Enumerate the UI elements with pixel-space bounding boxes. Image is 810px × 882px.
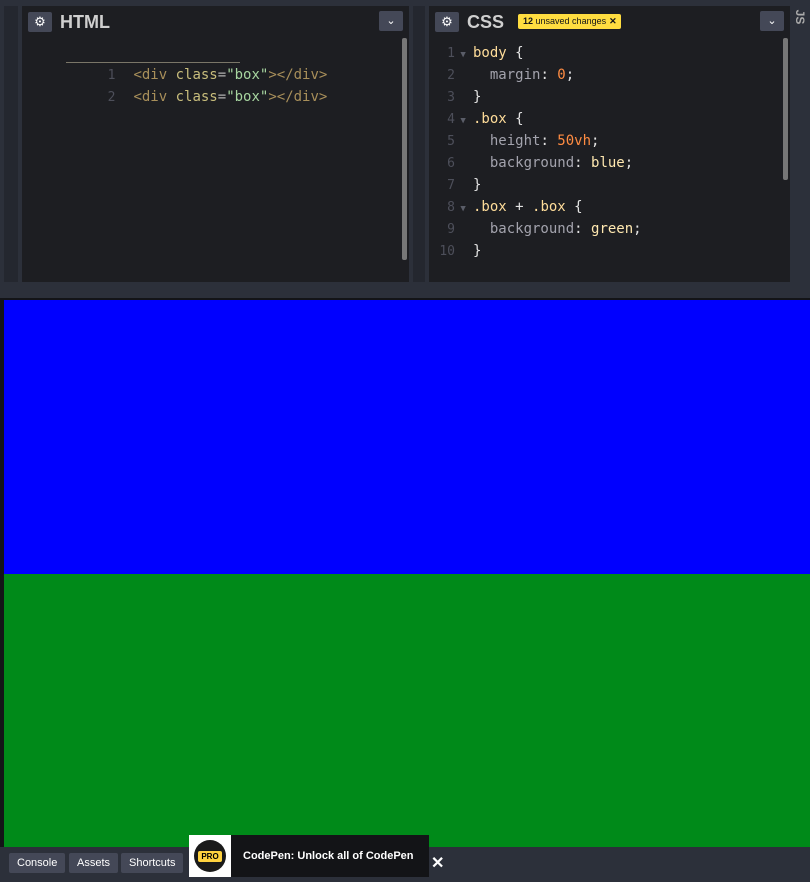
fold-arrow-icon[interactable]: ▼ — [455, 44, 473, 66]
code-token: background — [489, 155, 575, 171]
close-icon[interactable]: ✕ — [609, 16, 617, 26]
code-token: ></div> — [268, 89, 328, 105]
code-token: ; — [633, 221, 642, 237]
line-number: 7 — [447, 178, 455, 193]
gear-icon[interactable]: ⚙ — [28, 12, 52, 32]
code-token: { — [506, 111, 524, 127]
code-token: .box — [473, 111, 507, 127]
code-token: .box — [473, 199, 507, 215]
promo-text[interactable]: CodePen: Unlock all of CodePen — [243, 835, 414, 877]
code-token: ; — [591, 133, 600, 149]
badge-count: 12 — [523, 16, 534, 26]
css-editor: ⚙ CSS 12 unsaved changes ✕ ⌄ 1 ▼ body { 2 … — [429, 6, 790, 282]
line-number: 6 — [447, 156, 455, 171]
result-preview[interactable] — [4, 298, 810, 849]
code-token: : — [574, 221, 592, 237]
assets-button[interactable]: Assets — [69, 853, 119, 873]
css-code[interactable]: 1 ▼ body { 2 margin: 0; 3} 4 ▼ .box { 5 he… — [429, 42, 790, 262]
code-token: class — [175, 89, 218, 105]
code-token: : — [540, 67, 558, 83]
pro-logo-text: PRO — [198, 851, 222, 862]
code-line: 8 ▼ .box + .box { — [429, 196, 790, 218]
line-number: 10 — [439, 244, 455, 259]
code-token: = — [217, 89, 227, 105]
code-token: 50vh — [557, 133, 592, 149]
code-token: } — [473, 243, 482, 259]
left-resize-rail[interactable] — [0, 0, 22, 298]
line-number: 3 — [447, 90, 455, 105]
line-number: 9 — [447, 222, 455, 237]
css-scrollbar[interactable] — [783, 38, 788, 180]
code-token: margin — [489, 67, 541, 83]
code-token: } — [473, 177, 482, 193]
console-button[interactable]: Console — [9, 853, 66, 873]
js-editor-title[interactable]: JS — [793, 9, 807, 25]
line-number: 8 — [447, 200, 455, 215]
code-line: 6 background: blue; — [429, 152, 790, 174]
pro-promo-banner[interactable]: PRO CodePen: Unlock all of CodePen — [189, 835, 429, 877]
code-token: 0 — [557, 67, 566, 83]
html-editor-header: ⚙ HTML ⌄ — [22, 6, 409, 38]
code-token: } — [473, 89, 482, 105]
pro-logo: PRO — [189, 835, 231, 877]
html-scrollbar[interactable] — [402, 38, 407, 260]
code-line: 7} — [429, 174, 790, 196]
active-line-underline — [66, 62, 240, 63]
css-editor-header: ⚙ CSS 12 unsaved changes ✕ ⌄ — [429, 6, 790, 38]
code-line: 10} — [429, 240, 790, 262]
line-number: 2 — [107, 90, 116, 105]
code-token: <div — [133, 89, 168, 105]
code-token: ; — [565, 67, 575, 83]
shortcuts-button[interactable]: Shortcuts — [121, 853, 184, 873]
code-token: body — [473, 45, 507, 61]
html-code[interactable]: 1 <div class="box"></div> 2 <div class="bo… — [22, 42, 409, 105]
html-editor-title: HTML — [60, 12, 110, 32]
line-number: 1 — [447, 46, 455, 61]
code-token: height — [489, 133, 541, 149]
code-line: 2 <div class="box"></div> — [22, 64, 409, 105]
middle-resize-rail[interactable] — [409, 0, 429, 298]
code-token: { — [565, 199, 583, 215]
unsaved-changes-badge[interactable]: 12 unsaved changes ✕ — [518, 14, 621, 29]
code-token: : — [574, 155, 592, 171]
code-token: .box — [532, 199, 566, 215]
code-line: 5 height: 50vh; — [429, 130, 790, 152]
line-number: 4 — [447, 112, 455, 127]
fold-arrow-icon[interactable]: ▼ — [455, 198, 473, 220]
gear-icon[interactable]: ⚙ — [435, 12, 459, 32]
chevron-down-icon[interactable]: ⌄ — [379, 11, 403, 31]
badge-text: unsaved changes — [535, 16, 607, 26]
close-icon[interactable]: ✕ — [431, 856, 444, 872]
line-number: 2 — [447, 68, 455, 83]
code-line: 4 ▼ .box { — [429, 108, 790, 130]
code-line: 9 background: green; — [429, 218, 790, 240]
code-token: background — [489, 221, 575, 237]
code-token: ; — [624, 155, 634, 171]
code-token: { — [506, 45, 524, 61]
code-token: green — [591, 221, 634, 237]
preview-box-green — [4, 574, 810, 849]
css-editor-title: CSS — [467, 12, 505, 32]
code-token: + — [506, 199, 533, 215]
fold-arrow-icon[interactable]: ▼ — [455, 110, 473, 132]
code-token: : — [540, 133, 558, 149]
preview-box-blue — [4, 300, 810, 574]
js-collapsed-panel[interactable]: JS — [790, 0, 810, 298]
code-token: blue — [591, 155, 625, 171]
code-line: 2 margin: 0; — [429, 64, 790, 86]
code-line: 3} — [429, 86, 790, 108]
code-token: "box" — [226, 89, 269, 105]
line-number: 5 — [447, 134, 455, 149]
editors-panel: ⚙ HTML ⌄ 1 <div class="box"></div> 2 <div … — [0, 0, 810, 298]
html-editor: ⚙ HTML ⌄ 1 <div class="box"></div> 2 <div … — [22, 6, 409, 282]
code-line: 1 ▼ body { — [429, 42, 790, 64]
chevron-down-icon[interactable]: ⌄ — [760, 11, 784, 31]
code-line: 1 <div class="box"></div> — [22, 42, 409, 83]
